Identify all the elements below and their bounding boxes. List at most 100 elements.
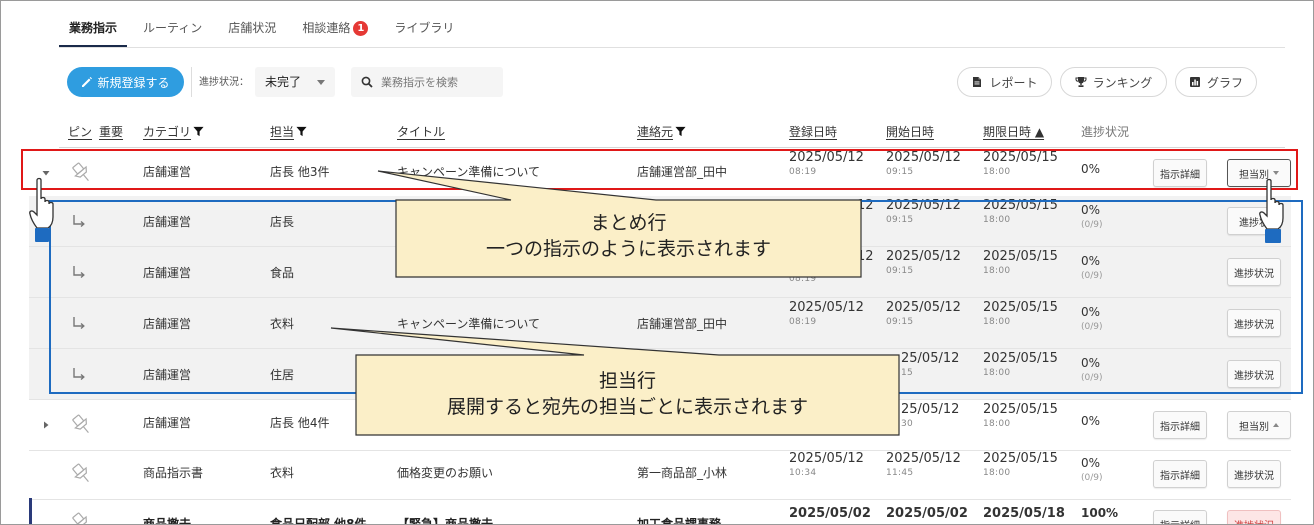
assignee-cell: 店長 他4件 [270, 416, 330, 430]
start-datetime: 2025/05/12 09:15 [886, 150, 961, 177]
table-row: 商品指示書 衣料 価格変更のお願い 第一商品部_小林 2025/05/12 10:… [29, 449, 1291, 500]
tabs-divider [59, 47, 1285, 48]
instruction-detail-button[interactable]: 指示詳細 [1153, 460, 1207, 488]
title-cell[interactable]: 【緊急】商品撤去 [397, 515, 493, 524]
registered-date: 2025/05/12 [789, 451, 864, 466]
instruction-detail-button[interactable]: 指示詳細 [1153, 159, 1207, 187]
progress-filter-value: 未完了 [265, 75, 302, 89]
assignee-cell: 食品日配部 他8件 [270, 517, 367, 525]
col-category[interactable]: カテゴリ [143, 123, 204, 140]
col-assignee[interactable]: 担当 [270, 123, 307, 140]
filter-icon[interactable] [193, 126, 204, 137]
progress-percent: 0% [1081, 254, 1101, 268]
registered-date: 2025/05/12 [789, 300, 864, 315]
assignee-cell: 住居 [270, 368, 295, 382]
pencil-icon [82, 77, 93, 87]
search-input[interactable] [381, 75, 497, 89]
progress-fraction: (0/9) [1081, 373, 1103, 383]
title-cell[interactable]: キャンペーン準備について [397, 315, 540, 332]
col-contact[interactable]: 連絡元 [637, 123, 686, 140]
title-cell[interactable]: キャンペーン準備について [397, 163, 540, 180]
pin-icon[interactable] [69, 160, 95, 186]
registered-date-partial: 12 [857, 249, 874, 264]
by-assignee-button[interactable]: 担当別 [1227, 411, 1291, 439]
start-datetime: 2025/05/12 11:45 [886, 451, 961, 478]
filter-icon[interactable] [296, 126, 307, 137]
start-date: 2025/05/02 [886, 506, 968, 521]
by-assignee-button[interactable]: 担当別 [1227, 159, 1291, 187]
col-registered[interactable]: 登録日時 [789, 123, 837, 140]
sub-row-arrow-icon [73, 215, 85, 228]
tab-library[interactable]: ライブラリ [394, 9, 454, 47]
start-date: 2025/05/12 [886, 300, 961, 315]
progress-fraction: (0/9) [1081, 322, 1103, 332]
expand-caret-icon[interactable] [41, 420, 51, 430]
progress-percent: 0% [1081, 456, 1101, 470]
tab-consultation[interactable]: 相談連絡 1 [302, 9, 369, 47]
contact-cell: 店舗運営部_田中 [637, 317, 728, 331]
start-date: 2025/05/12 [886, 150, 961, 165]
col-pin[interactable]: ピン [68, 123, 92, 140]
tab-store-status[interactable]: 店舗状況 [228, 9, 276, 47]
deadline-time: 18:00 [983, 368, 1011, 378]
document-icon [973, 77, 982, 87]
contact-cell: 店舗運営部_田中 [637, 165, 728, 179]
col-title[interactable]: タイトル [397, 123, 445, 140]
graph-button[interactable]: グラフ [1175, 67, 1257, 97]
start-time: 09:15 [886, 266, 914, 276]
col-progress: 進捗状況 [1081, 125, 1130, 139]
col-start[interactable]: 開始日時 [886, 123, 934, 140]
col-important[interactable]: 重要 [99, 123, 123, 140]
assignee-cell: 店長 他3件 [270, 165, 330, 179]
pin-icon[interactable] [69, 510, 95, 525]
contact-cell: 加工食品課事務 [637, 517, 722, 525]
start-time: 11:45 [886, 468, 914, 478]
tab-routine[interactable]: ルーティン [143, 9, 202, 47]
progress-status-button[interactable]: 進捗状況 [1227, 460, 1281, 488]
search-box[interactable] [351, 67, 503, 97]
deadline-datetime: 2025/05/15 18:00 [983, 198, 1058, 225]
progress-status-button[interactable]: 進捗状況 [1227, 258, 1281, 286]
deadline-date: 2025/05/15 [983, 451, 1058, 466]
app-frame: 業務指示 ルーティン 店舗状況 相談連絡 1 ライブラリ 新規登録する 進捗状況：… [0, 0, 1314, 525]
progress-status-button[interactable]: 進捗状況 [1227, 309, 1281, 337]
progress-cell: 0% (0/9) [1081, 456, 1103, 483]
progress-fraction: (0/9) [1081, 271, 1103, 281]
pin-icon[interactable] [69, 461, 95, 487]
registered-datetime: 2025/05/12 10:34 [789, 451, 864, 478]
deadline-date: 2025/05/15 [983, 249, 1058, 264]
sub-row-arrow-icon [73, 266, 85, 279]
instruction-detail-button[interactable]: 指示詳細 [1153, 411, 1207, 439]
registered-date: 2025/05/02 [789, 506, 871, 521]
filter-icon[interactable] [675, 126, 686, 137]
by-assignee-label: 担当別 [1239, 169, 1269, 181]
pin-icon[interactable] [69, 412, 95, 438]
progress-filter-select[interactable]: 未完了 [255, 67, 335, 97]
registered-time: 10:34 [789, 468, 817, 478]
collapse-caret-icon[interactable] [41, 168, 51, 178]
table-row-summary: 店舗運営 店長 他3件 キャンペーン準備について 店舗運営部_田中 2025/0… [29, 148, 1291, 199]
registered-date: 2025/05/12 [789, 150, 864, 165]
graph-label: グラフ [1206, 75, 1243, 90]
ranking-button[interactable]: ランキング [1060, 67, 1167, 97]
notification-badge: 1 [353, 21, 369, 36]
assignee-cell: 店長 [270, 215, 295, 229]
progress-percent: 0% [1081, 203, 1101, 217]
progress-fraction: (0/9) [1081, 220, 1103, 230]
deadline-time: 18:00 [983, 167, 1011, 177]
progress-status-button[interactable]: 進捗状況 [1227, 510, 1281, 524]
assignee-cell: 食品 [270, 266, 295, 280]
caret-up-icon [1273, 423, 1279, 427]
report-label: レポート [989, 75, 1038, 90]
progress-status-button[interactable]: 進捗状況 [1227, 360, 1281, 388]
col-deadline[interactable]: 期限日時 ▲ [983, 123, 1044, 140]
tab-instructions[interactable]: 業務指示 [58, 9, 128, 47]
title-cell[interactable]: 価格変更のお願い [397, 464, 493, 481]
progress-percent: 0% [1081, 356, 1101, 370]
instruction-detail-button[interactable]: 指示詳細 [1153, 510, 1207, 524]
new-register-button[interactable]: 新規登録する [67, 67, 184, 97]
report-button[interactable]: レポート [957, 67, 1052, 97]
progress-percent: 0% [1081, 414, 1101, 428]
registered-date: 12 [857, 198, 874, 213]
progress-status-button[interactable]: 進捗状 [1227, 207, 1281, 235]
